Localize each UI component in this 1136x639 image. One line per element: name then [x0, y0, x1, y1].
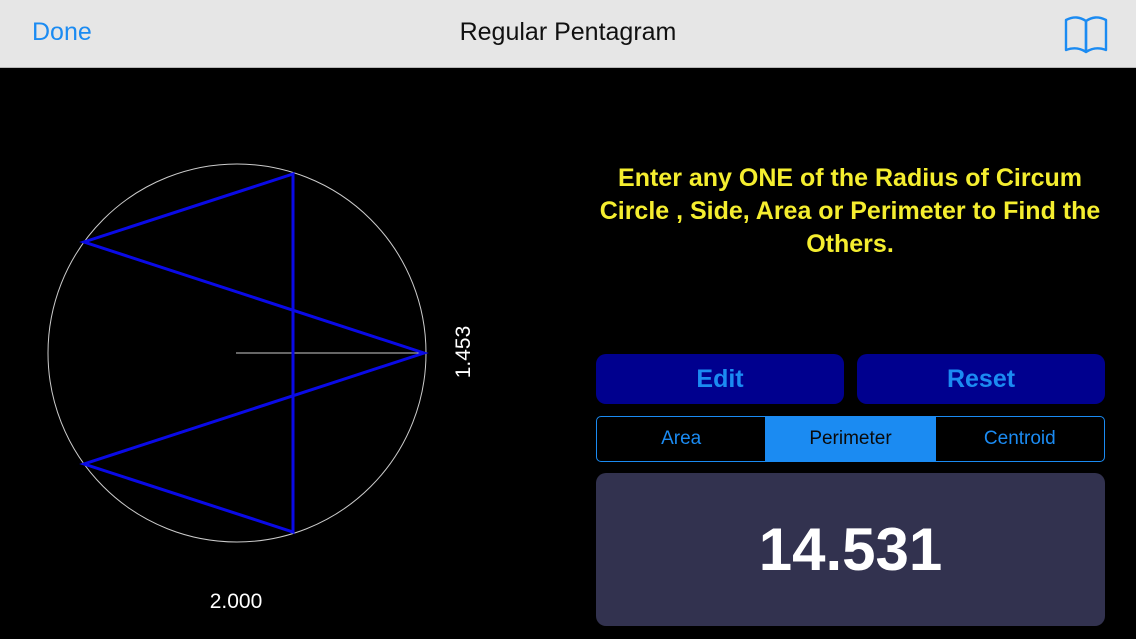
segment-perimeter[interactable]: Perimeter: [765, 417, 935, 461]
result-display: 14.531: [596, 473, 1105, 626]
segment-area[interactable]: Area: [597, 417, 765, 461]
instructions-text: Enter any ONE of the Radius of Circum Ci…: [599, 164, 1101, 258]
navigation-bar: Done Regular Pentagram: [0, 0, 1136, 68]
reset-button[interactable]: Reset: [857, 354, 1105, 404]
page-title: Regular Pentagram: [459, 18, 677, 46]
book-icon[interactable]: [1062, 12, 1110, 56]
edit-button[interactable]: Edit: [596, 354, 844, 404]
pentagram-figure: 2.000 1.453: [0, 68, 560, 639]
segment-centroid[interactable]: Centroid: [934, 417, 1104, 461]
radius-label: 1.453: [452, 325, 475, 379]
property-segmented-control: Area Perimeter Centroid: [596, 416, 1105, 462]
side-length-label: 2.000: [209, 590, 263, 613]
